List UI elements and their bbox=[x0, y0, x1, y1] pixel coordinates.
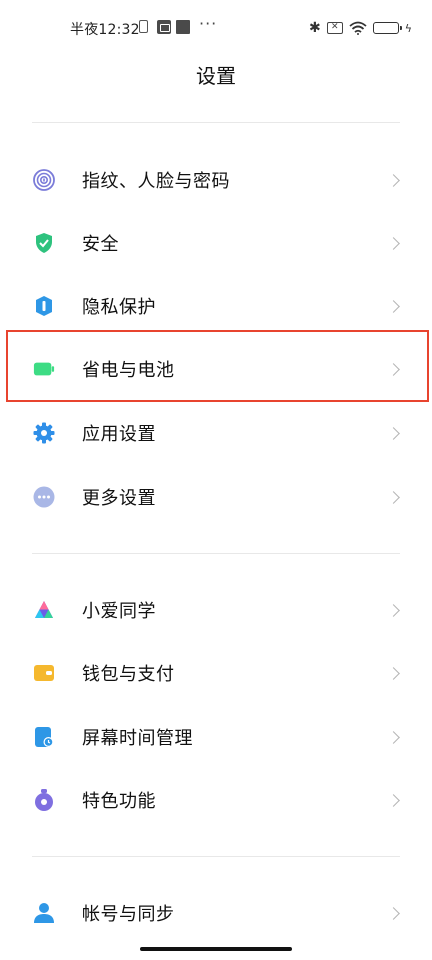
battery-status-icon bbox=[372, 22, 402, 34]
status-time: 半夜12:32 bbox=[70, 22, 140, 38]
wallet-icon bbox=[33, 662, 55, 684]
chevron-right-icon bbox=[387, 730, 400, 744]
status-bar: 半夜12:32 ··· ✱ ✕ ϟ bbox=[0, 0, 432, 60]
divider bbox=[32, 553, 400, 554]
chevron-right-icon bbox=[387, 490, 400, 504]
gear-icon bbox=[33, 422, 55, 444]
chevron-right-icon bbox=[387, 603, 400, 617]
bluetooth-icon: ✱ bbox=[309, 20, 321, 36]
settings-item-label: 屏幕时间管理 bbox=[82, 728, 193, 749]
no-sim-icon: ✕ bbox=[326, 22, 343, 34]
settings-item-label: 安全 bbox=[82, 234, 119, 255]
page-title: 设置 bbox=[196, 64, 236, 88]
account-icon bbox=[33, 902, 55, 924]
highlight-annotation bbox=[6, 330, 429, 402]
settings-item-fingerprint-face-password[interactable]: 指纹、人脸与密码 bbox=[0, 152, 432, 208]
settings-item-label: 应用设置 bbox=[82, 424, 156, 445]
wifi-icon bbox=[349, 21, 367, 35]
chevron-right-icon bbox=[387, 793, 400, 807]
special-features-icon bbox=[33, 789, 55, 811]
settings-item-label: 钱包与支付 bbox=[82, 664, 175, 685]
notification-app-icon bbox=[157, 20, 171, 34]
shield-icon bbox=[33, 232, 55, 254]
fingerprint-icon bbox=[33, 169, 55, 191]
settings-item-special-features[interactable]: 特色功能 bbox=[0, 772, 432, 828]
status-right-cluster: ✱ ✕ ϟ bbox=[309, 18, 412, 38]
charging-icon: ϟ bbox=[404, 21, 412, 35]
xiaoai-icon bbox=[33, 599, 55, 621]
settings-item-label: 隐私保护 bbox=[82, 297, 156, 318]
chevron-right-icon bbox=[387, 299, 400, 313]
settings-item-label: 小爱同学 bbox=[82, 601, 156, 622]
chevron-right-icon bbox=[387, 666, 400, 680]
settings-item-privacy[interactable]: 隐私保护 bbox=[0, 278, 432, 334]
divider bbox=[32, 856, 400, 857]
settings-item-app-settings[interactable]: 应用设置 bbox=[0, 405, 432, 461]
settings-item-label: 指纹、人脸与密码 bbox=[82, 171, 230, 192]
chevron-right-icon bbox=[387, 426, 400, 440]
privacy-icon bbox=[33, 295, 55, 317]
screen-time-icon bbox=[33, 726, 55, 748]
settings-item-label: 更多设置 bbox=[82, 488, 156, 509]
settings-item-more-settings[interactable]: 更多设置 bbox=[0, 469, 432, 525]
divider bbox=[32, 122, 400, 123]
sim-card-icon bbox=[139, 20, 148, 33]
settings-item-screen-time[interactable]: 屏幕时间管理 bbox=[0, 709, 432, 765]
notification-square-icon bbox=[176, 20, 190, 34]
more-notifications-icon: ··· bbox=[199, 14, 218, 33]
settings-item-account-sync[interactable]: 帐号与同步 bbox=[0, 885, 432, 941]
settings-item-wallet[interactable]: 钱包与支付 bbox=[0, 645, 432, 701]
settings-item-security[interactable]: 安全 bbox=[0, 215, 432, 271]
settings-item-label: 特色功能 bbox=[82, 791, 156, 812]
settings-item-label: 帐号与同步 bbox=[82, 904, 175, 925]
chevron-right-icon bbox=[387, 173, 400, 187]
chevron-right-icon bbox=[387, 906, 400, 920]
settings-item-xiaoai[interactable]: 小爱同学 bbox=[0, 582, 432, 638]
more-dots-icon bbox=[33, 486, 55, 508]
chevron-right-icon bbox=[387, 236, 400, 250]
home-indicator[interactable] bbox=[140, 947, 292, 951]
